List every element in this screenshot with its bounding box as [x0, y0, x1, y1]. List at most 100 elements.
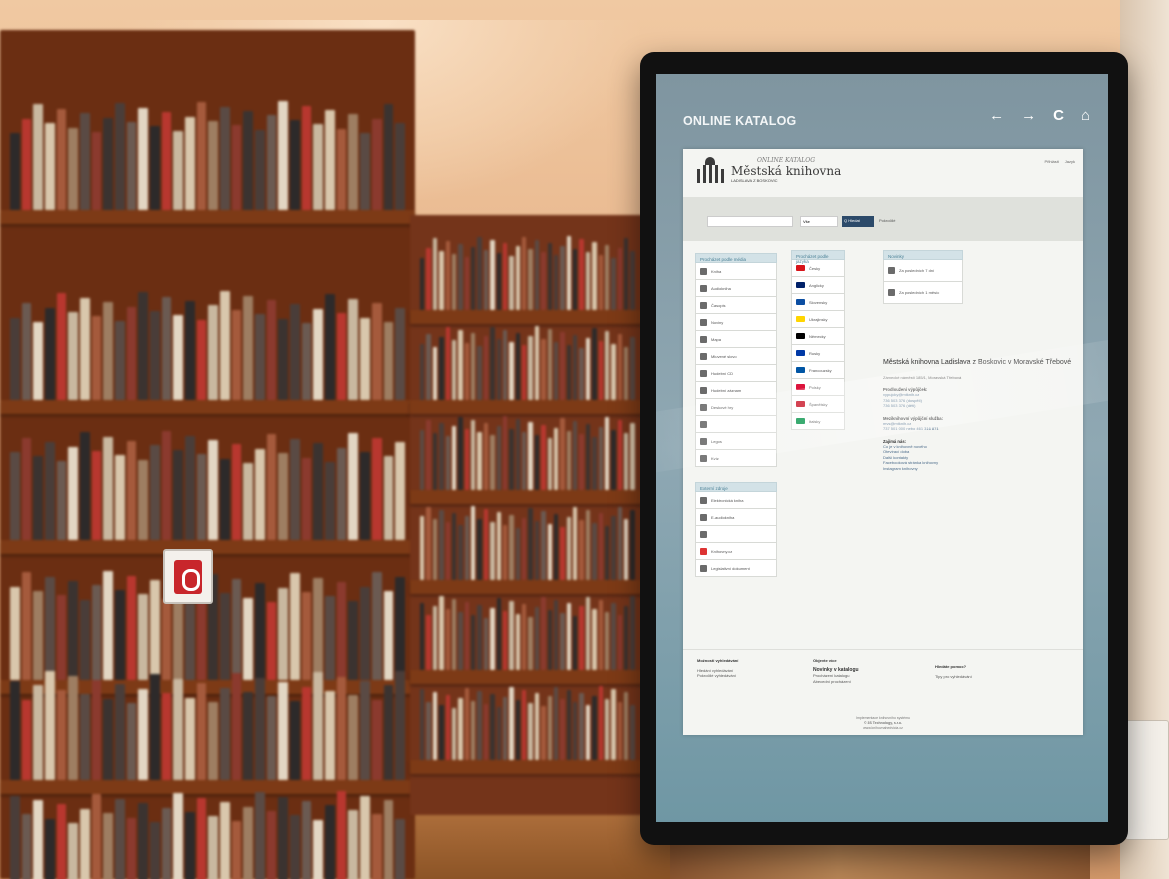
book-spine: [541, 252, 546, 310]
book-spine: [592, 241, 597, 310]
book-spine: [278, 101, 289, 210]
book-spine: [231, 820, 242, 879]
media-item[interactable]: Noviny: [695, 314, 777, 331]
book-spine: [624, 519, 629, 580]
language-item[interactable]: Francouzsky: [791, 362, 845, 379]
book-spine: [336, 582, 347, 680]
media-item[interactable]: Kniha: [695, 263, 777, 280]
book-spine: [534, 325, 540, 400]
book-spine: [573, 616, 578, 670]
book-spine: [10, 133, 20, 210]
language-item[interactable]: Slovensky: [791, 294, 845, 311]
book-spine: [426, 334, 431, 400]
book-spine: [21, 118, 32, 210]
language-item[interactable]: Německy: [791, 328, 845, 345]
book-spine: [290, 304, 300, 400]
book-spine: [91, 131, 102, 210]
book-spine: [471, 614, 476, 670]
language-link[interactable]: Jazyk: [1065, 159, 1075, 164]
language-item[interactable]: Anglicky: [791, 277, 845, 294]
external-item[interactable]: Knihovny.cz: [695, 543, 777, 560]
book-spine: [471, 419, 476, 490]
book-spine: [231, 125, 242, 210]
external-item[interactable]: Legislativní dokument: [695, 560, 777, 577]
book-spine: [490, 521, 495, 580]
book-spine: [496, 598, 501, 670]
book-spine: [439, 509, 444, 580]
bookshelf-left: [0, 30, 415, 879]
media-item[interactable]: Audiokniha: [695, 280, 777, 297]
book-spine: [477, 518, 482, 580]
book-spine: [45, 123, 55, 210]
home-icon[interactable]: ⌂: [1081, 107, 1090, 124]
back-icon[interactable]: ←: [989, 107, 1004, 124]
kiosk-display: ONLINE KATALOG ← → C ⌂ ONLINE KATALOG Mě…: [640, 52, 1128, 845]
book-spine: [611, 343, 616, 400]
advanced-search-link[interactable]: Pokročilé: [879, 218, 895, 223]
external-item[interactable]: E-audiokniha: [695, 509, 777, 526]
book-spine: [471, 700, 476, 760]
book-spine: [325, 294, 335, 400]
book-spine: [115, 798, 125, 879]
book-spine: [528, 508, 533, 580]
book-spine: [451, 426, 457, 490]
book-spine: [483, 422, 489, 490]
book-spine: [534, 607, 540, 670]
media-item[interactable]: Mapa: [695, 331, 777, 348]
book-spine: [278, 682, 289, 780]
book-spine: [458, 416, 463, 490]
book-spine: [348, 695, 359, 780]
book-spine: [231, 444, 242, 540]
book-spine: [579, 692, 584, 760]
book-spine: [10, 681, 20, 780]
book-spine: [566, 603, 571, 670]
search-input[interactable]: [707, 216, 793, 227]
forward-icon[interactable]: →: [1021, 107, 1036, 124]
language-item[interactable]: Rusky: [791, 345, 845, 362]
search-scope-select[interactable]: Vše: [800, 216, 838, 227]
media-item[interactable]: Hudební CD: [695, 365, 777, 382]
external-item[interactable]: Elektronická kniha: [695, 492, 777, 509]
footer-link[interactable]: Tipy pro vyhledávání: [935, 674, 972, 680]
book-spine: [185, 603, 195, 680]
book-spine: [45, 576, 55, 680]
shelf-board: [410, 400, 645, 414]
book-spine: [420, 430, 425, 490]
news-item[interactable]: Za posledních 1 měsíc: [883, 282, 963, 304]
book-spine: [585, 510, 591, 580]
news-item[interactable]: Za posledních 7 dní: [883, 260, 963, 282]
external-item[interactable]: [695, 526, 777, 543]
book-spine: [290, 438, 300, 540]
book-spine: [138, 292, 149, 400]
book-spine: [598, 254, 603, 310]
book-spine: [432, 691, 438, 760]
bookshelf-back: [410, 215, 645, 815]
info-link[interactable]: Instagram knihovny: [883, 466, 1073, 472]
book-spine: [150, 579, 160, 680]
book-spine: [458, 244, 463, 310]
book-spine: [255, 677, 265, 780]
book-spine: [348, 298, 359, 400]
book-spine: [21, 699, 32, 780]
book-spine: [10, 586, 20, 680]
book-spine: [439, 423, 444, 490]
book-spine: [445, 241, 450, 310]
media-item[interactable]: Časopis: [695, 297, 777, 314]
book-spine: [471, 333, 476, 400]
footer-link[interactable]: Abecední procházení: [813, 679, 859, 685]
login-link[interactable]: Přihlásit: [1045, 159, 1059, 164]
search-button[interactable]: Q Hledat: [842, 216, 874, 227]
library-logo[interactable]: ONLINE KATALOG Městská knihovna LADISLAV…: [695, 157, 841, 183]
book-spine: [301, 457, 312, 540]
language-item[interactable]: Ukrajinsky: [791, 311, 845, 328]
book-spine: [383, 799, 394, 879]
footer-link[interactable]: Pokročilé vyhledávání: [697, 673, 738, 679]
book-spine: [173, 130, 184, 210]
book-spine: [585, 251, 591, 310]
book-spine: [464, 515, 469, 580]
media-item[interactable]: Mluvené slovo: [695, 348, 777, 365]
book-spine: [617, 701, 622, 760]
book-spine: [490, 694, 495, 760]
reload-icon[interactable]: C: [1053, 107, 1064, 124]
book-spine: [426, 247, 431, 310]
